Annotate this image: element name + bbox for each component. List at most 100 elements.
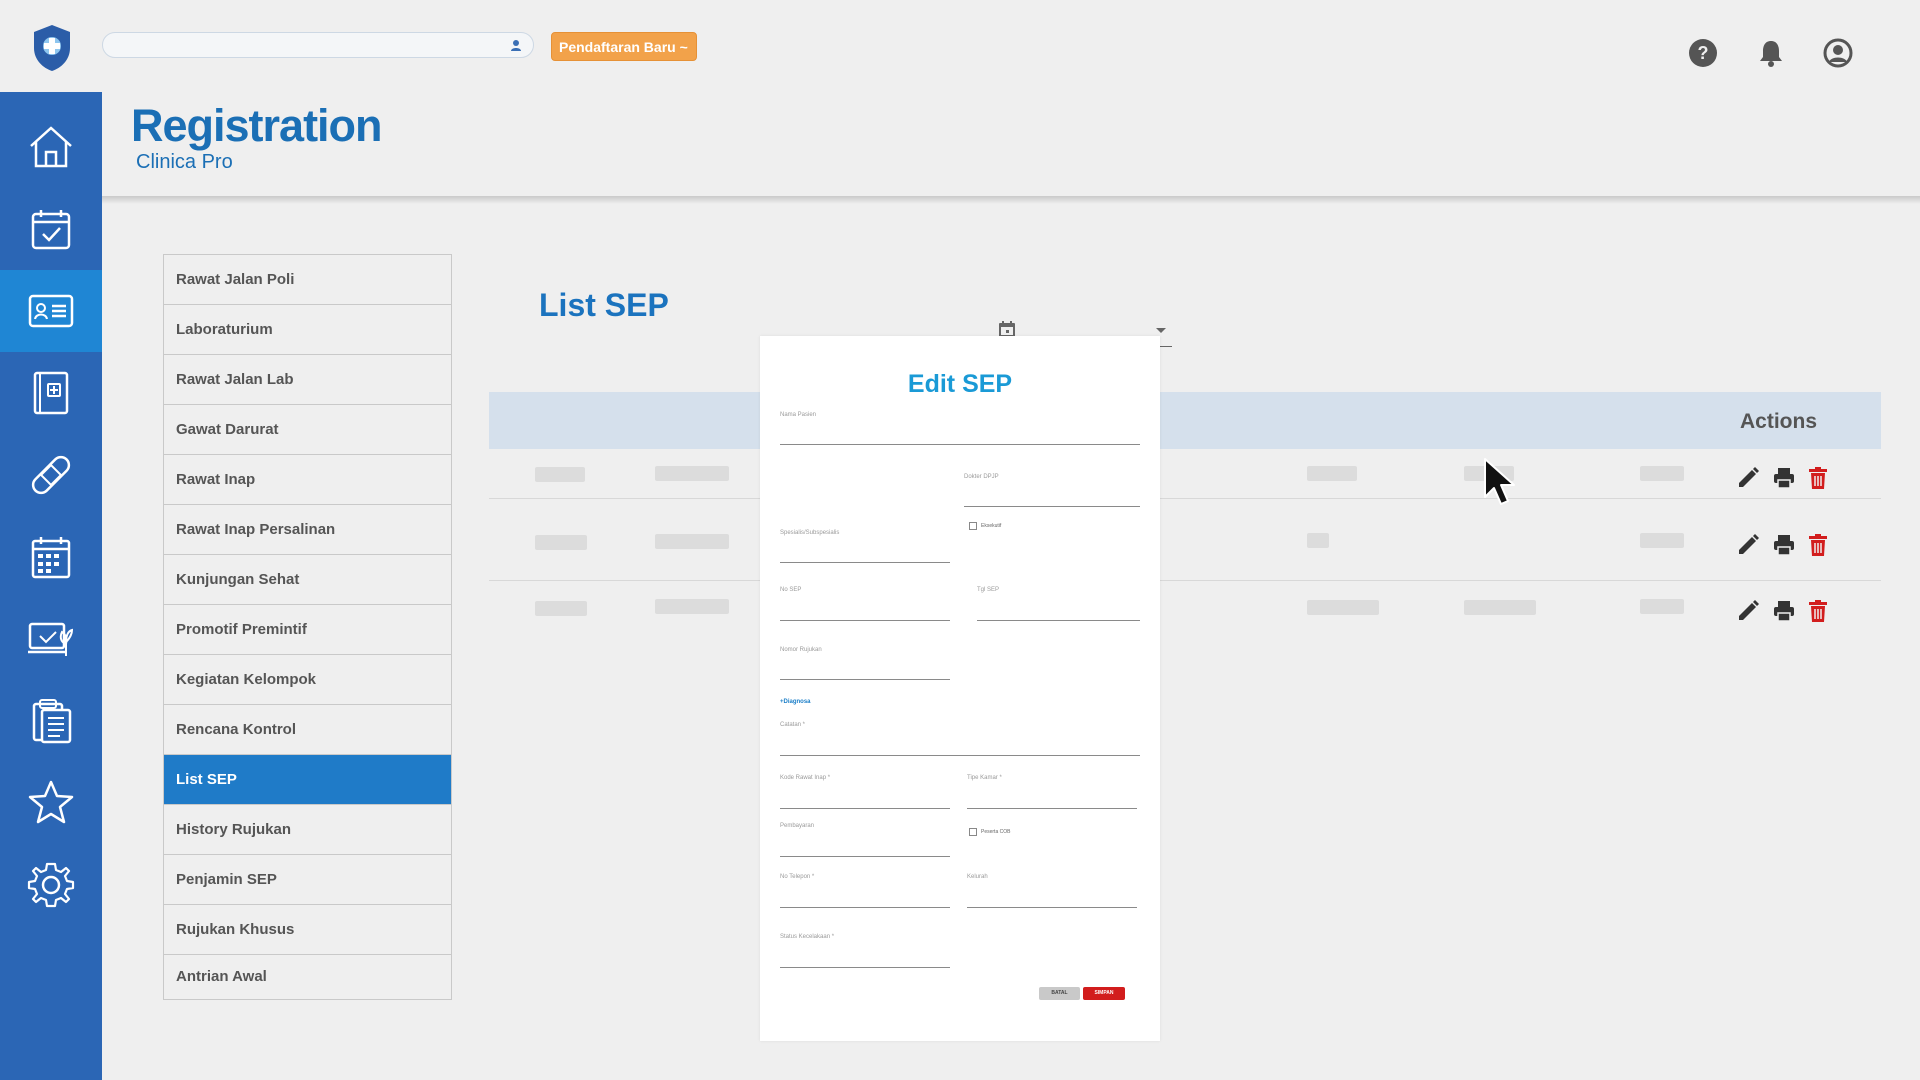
nav-calendar[interactable] <box>0 516 102 598</box>
save-button[interactable]: SIMPAN <box>1083 987 1125 1000</box>
search-input[interactable] <box>102 32 534 58</box>
nav-favorites[interactable] <box>0 762 102 844</box>
cell-placeholder <box>1640 466 1684 481</box>
modal-title: Edit SEP <box>907 370 1013 398</box>
actions-column-header: Actions <box>1740 410 1818 433</box>
eksekutif-label: Eksekutif <box>981 523 1002 529</box>
menu-item-gawat-darurat[interactable]: Gawat Darurat <box>164 405 451 455</box>
nav-medical-record[interactable] <box>0 352 102 434</box>
menu-item-kunjungan-sehat[interactable]: Kunjungan Sehat <box>164 555 451 605</box>
dokter-dpjp-field[interactable] <box>964 506 1140 507</box>
cell-placeholder <box>1307 466 1357 481</box>
field-label-no-telepon: No Telepon * <box>780 874 815 880</box>
computer-plant-icon <box>28 622 74 656</box>
new-registration-button[interactable]: Pendaftaran Baru ~ <box>551 32 697 61</box>
menu-item-rujukan-khusus[interactable]: Rujukan Khusus <box>164 905 451 955</box>
clipboard-list-icon <box>32 699 72 744</box>
delete-icon[interactable] <box>1806 599 1830 623</box>
delete-icon[interactable] <box>1806 533 1830 557</box>
cell-placeholder <box>655 599 729 614</box>
star-icon <box>28 780 74 824</box>
edit-icon[interactable] <box>1736 533 1760 557</box>
page-title: List SEP <box>539 287 669 323</box>
edit-icon[interactable] <box>1736 599 1760 623</box>
user-account-icon[interactable] <box>1823 38 1853 68</box>
menu-item-list-sep[interactable]: List SEP <box>164 755 451 805</box>
cell-placeholder <box>535 601 587 616</box>
nav-schedule[interactable] <box>0 188 102 270</box>
nav-home[interactable] <box>0 106 102 188</box>
bandage-icon <box>31 455 71 495</box>
cell-placeholder <box>1307 533 1329 548</box>
add-diagnosa-link[interactable]: +Diagnosa <box>780 699 811 705</box>
cell-placeholder <box>535 467 585 482</box>
pembayaran-field[interactable] <box>780 856 950 857</box>
peserta-cob-checkbox[interactable] <box>969 828 977 836</box>
catatan-field[interactable] <box>780 755 1140 756</box>
cell-placeholder <box>535 535 587 550</box>
field-label-nama-pasien: Nama Pasien <box>780 412 817 418</box>
nav-treatment[interactable] <box>0 434 102 516</box>
clinic-logo-icon[interactable] <box>32 24 72 72</box>
nav-settings[interactable] <box>0 844 102 926</box>
spesialis-field[interactable] <box>780 562 950 563</box>
menu-item-rawat-inap-persalinan[interactable]: Rawat Inap Persalinan <box>164 505 451 555</box>
menu-item-rawat-jalan-lab[interactable]: Rawat Jalan Lab <box>164 355 451 405</box>
bell-icon[interactable] <box>1756 38 1786 68</box>
filter-dropdown-caret-icon[interactable] <box>1156 328 1166 333</box>
nomor-rujukan-field[interactable] <box>780 679 950 680</box>
cell-placeholder <box>1307 600 1379 615</box>
print-icon[interactable] <box>1772 533 1796 557</box>
no-sep-field[interactable] <box>780 620 950 621</box>
field-label-catatan: Catatan * <box>780 722 806 728</box>
eksekutif-checkbox[interactable] <box>969 522 977 530</box>
registration-submenu: Rawat Jalan Poli Laboraturium Rawat Jala… <box>163 254 452 1000</box>
delete-icon[interactable] <box>1806 466 1830 490</box>
header-divider <box>102 196 1920 204</box>
top-bar: Pendaftaran Baru ~ ? <box>0 0 1920 92</box>
medical-book-icon <box>33 371 69 415</box>
nav-reports[interactable] <box>0 680 102 762</box>
menu-item-rawat-inap[interactable]: Rawat Inap <box>164 455 451 505</box>
help-icon[interactable]: ? <box>1688 38 1718 68</box>
field-label-nomor-rujukan: Nomor Rujukan <box>780 647 822 653</box>
menu-item-history-rujukan[interactable]: History Rujukan <box>164 805 451 855</box>
cell-placeholder <box>1464 600 1536 615</box>
menu-item-rencana-kontrol[interactable]: Rencana Kontrol <box>164 705 451 755</box>
kode-rawat-inap-field[interactable] <box>780 808 950 809</box>
menu-item-penjamin-sep[interactable]: Penjamin SEP <box>164 855 451 905</box>
field-label-no-sep: No SEP <box>780 587 802 593</box>
tipe-kamar-field[interactable] <box>967 808 1137 809</box>
app-title: Registration <box>131 100 383 151</box>
edit-icon[interactable] <box>1736 466 1760 490</box>
nama-pasien-field[interactable] <box>780 444 1140 445</box>
home-icon <box>30 126 72 168</box>
menu-item-rawat-jalan-poli[interactable]: Rawat Jalan Poli <box>164 255 451 305</box>
cancel-button[interactable]: BATAL <box>1039 987 1080 1000</box>
field-label-kelurah: Kelurah <box>967 874 988 880</box>
cell-placeholder <box>1640 599 1684 614</box>
menu-item-promotif-premintif[interactable]: Promotif Premintif <box>164 605 451 655</box>
kelurah-field[interactable] <box>967 907 1137 908</box>
nav-telemedicine[interactable] <box>0 598 102 680</box>
menu-item-kegiatan-kelompok[interactable]: Kegiatan Kelompok <box>164 655 451 705</box>
print-icon[interactable] <box>1772 599 1796 623</box>
left-nav-rail <box>0 92 102 1080</box>
field-label-tgl-sep: Tgl SEP <box>977 587 1000 593</box>
id-card-icon <box>28 294 74 328</box>
menu-item-laboraturium[interactable]: Laboraturium <box>164 305 451 355</box>
nav-registration[interactable] <box>0 270 102 352</box>
row-divider <box>489 580 1881 581</box>
no-telepon-field[interactable] <box>780 907 950 908</box>
row-divider <box>489 498 1881 499</box>
gear-icon <box>27 862 75 908</box>
print-icon[interactable] <box>1772 466 1796 490</box>
menu-item-antrian-awal[interactable]: Antrian Awal <box>164 955 451 999</box>
calendar-grid-icon <box>31 537 71 579</box>
cell-placeholder <box>655 534 729 549</box>
calendar-check-icon <box>31 210 71 250</box>
field-label-status-kecelakaan: Status Kecelakaan * <box>780 934 835 940</box>
mouse-cursor-icon <box>1484 458 1515 505</box>
status-kecelakaan-field[interactable] <box>780 967 950 968</box>
tgl-sep-field[interactable] <box>977 620 1140 621</box>
